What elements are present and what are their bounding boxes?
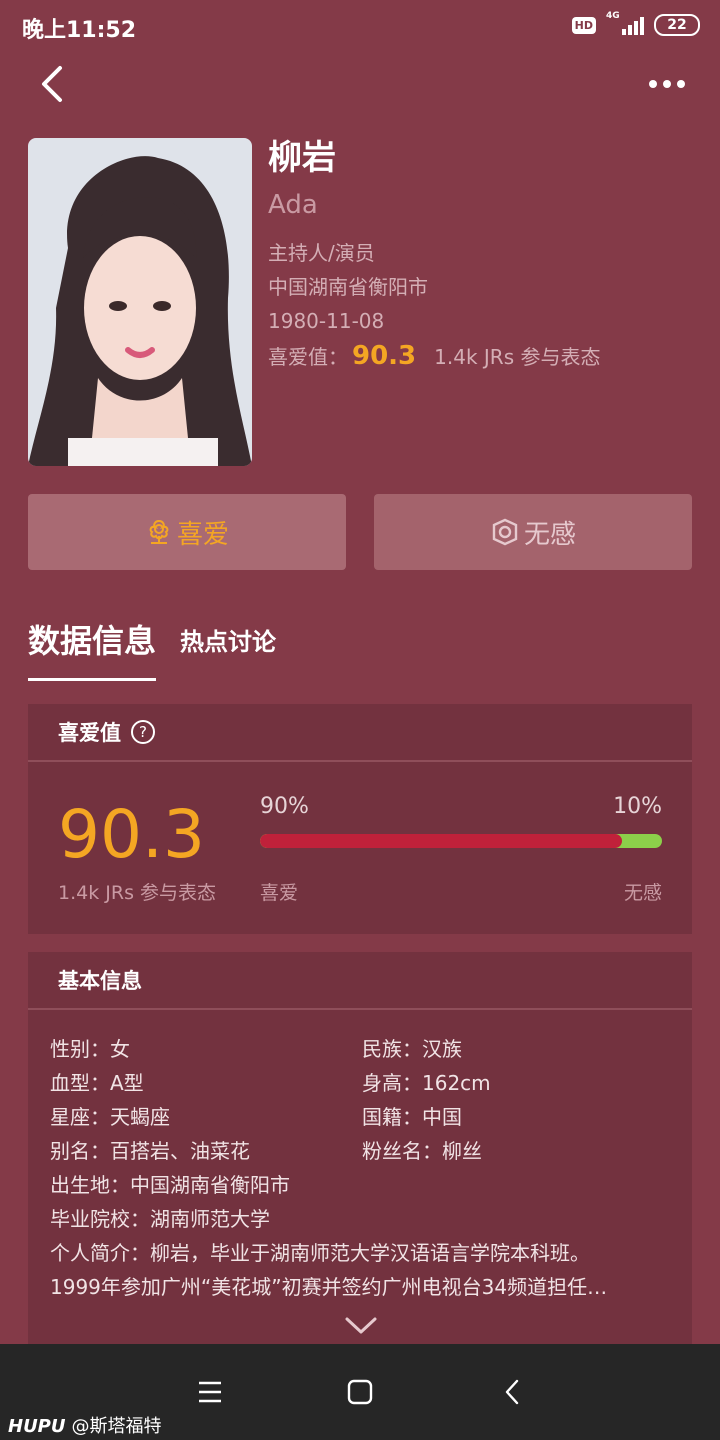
score-label: 喜爱值： (268, 345, 348, 369)
profile-occupation: 主持人/演员 (268, 241, 375, 265)
signal-icon: 4G (606, 11, 644, 35)
hd-icon: HD (571, 16, 596, 34)
info-alias: 别名：百搭岩、油菜花 (50, 1139, 250, 1163)
chevron-down-icon[interactable] (344, 1316, 378, 1340)
network-type: 4G (606, 11, 620, 21)
profile-participants: 1.4k JRs 参与表态 (434, 345, 601, 369)
dislike-label: 无感 (523, 519, 576, 550)
watermark-brand: HUPU (8, 1416, 66, 1437)
profile-english-name: Ada (268, 190, 318, 220)
love-progress-bar (260, 834, 662, 848)
battery-icon: 22 (654, 14, 700, 36)
info-gender: 性别：女 (50, 1037, 130, 1061)
info-height: 身高：162cm (362, 1071, 491, 1095)
basic-info-body: 性别：女 民族：汉族 血型：A型 身高：162cm 星座：天蝎座 国籍：中国 别… (28, 1010, 692, 1304)
like-bar-label: 喜爱 (260, 882, 299, 904)
home-icon (347, 1379, 373, 1405)
profile-name: 柳岩 (268, 138, 336, 178)
flower-icon (149, 519, 169, 544)
tab-hot-discussion[interactable]: 热点讨论 (180, 622, 276, 681)
status-icons: HD 4G 22 (571, 11, 700, 36)
love-participants: 1.4k JRs 参与表态 (58, 882, 217, 904)
profile-birthday: 1980-11-08 (268, 309, 385, 333)
watermark-user: @斯塔福特 (71, 1416, 162, 1437)
profile-info: 柳岩 Ada 主持人/演员 中国湖南省衡阳市 1980-11-08 喜爱值： 9… (268, 138, 600, 375)
profile-score-line: 喜爱值： 90.3 1.4k JRs 参与表态 (268, 338, 600, 375)
info-bio-line1: 个人简介：柳岩，毕业于湖南师范大学汉语语言学院本科班。 (50, 1241, 590, 1265)
info-blood-type: 血型：A型 (50, 1071, 144, 1095)
profile-birthplace: 中国湖南省衡阳市 (268, 275, 428, 299)
chevron-left-icon (42, 66, 62, 102)
basic-info-card: 基本信息 性别：女 民族：汉族 血型：A型 身高：162cm 星座：天蝎座 国籍… (28, 952, 692, 1344)
like-percent: 90% (260, 794, 309, 819)
menu-icon (199, 1381, 221, 1403)
info-ethnicity: 民族：汉族 (362, 1037, 462, 1061)
dot-icon (649, 80, 657, 88)
back-button[interactable] (30, 62, 74, 106)
home-button[interactable] (340, 1376, 380, 1408)
tab-data-info[interactable]: 数据信息 (28, 616, 157, 681)
love-card-title: 喜爱值 ? (28, 704, 692, 762)
battery-level: 22 (667, 17, 687, 33)
dot-icon (677, 80, 685, 88)
info-school: 毕业院校：湖南师范大学 (50, 1207, 270, 1231)
status-bar: 晚上11:52 HD 4G 22 (0, 0, 720, 52)
info-birthplace: 出生地：中国湖南省衡阳市 (50, 1173, 290, 1197)
menu-button[interactable] (190, 1376, 230, 1408)
watermark: HUPU @斯塔福特 (8, 1412, 162, 1438)
dislike-button[interactable]: 无感 (374, 494, 692, 570)
info-nationality: 国籍：中国 (362, 1105, 462, 1129)
help-icon[interactable]: ? (131, 720, 155, 744)
profile-score: 90.3 (352, 341, 417, 371)
love-progress-fill (260, 834, 622, 848)
info-zodiac: 星座：天蝎座 (50, 1105, 170, 1129)
dislike-percent: 10% (613, 794, 662, 819)
love-value-card: 喜爱值 ? 90.3 1.4k JRs 参与表态 90% 10% 喜爱 无感 (28, 704, 692, 934)
back-icon (505, 1379, 519, 1405)
dot-icon (663, 80, 671, 88)
like-button[interactable]: 喜爱 (28, 494, 346, 570)
basic-info-title: 基本信息 (28, 952, 692, 1010)
more-options-button[interactable] (642, 62, 692, 106)
status-time: 晚上11:52 (22, 18, 137, 43)
love-score: 90.3 (58, 796, 205, 873)
dislike-bar-label: 无感 (623, 882, 662, 904)
like-label: 喜爱 (176, 519, 229, 550)
tab-bar: 数据信息 热点讨论 (28, 616, 276, 681)
profile-photo (28, 138, 252, 466)
nav-back-button[interactable] (492, 1376, 532, 1408)
love-card-title-text: 喜爱值 (58, 721, 121, 745)
info-bio-line2: 1999年参加广州“美花城”初赛并签约广州电视台34频道担任… (50, 1275, 608, 1299)
info-fan-name: 粉丝名：柳丝 (362, 1139, 482, 1163)
meh-icon (492, 518, 518, 546)
